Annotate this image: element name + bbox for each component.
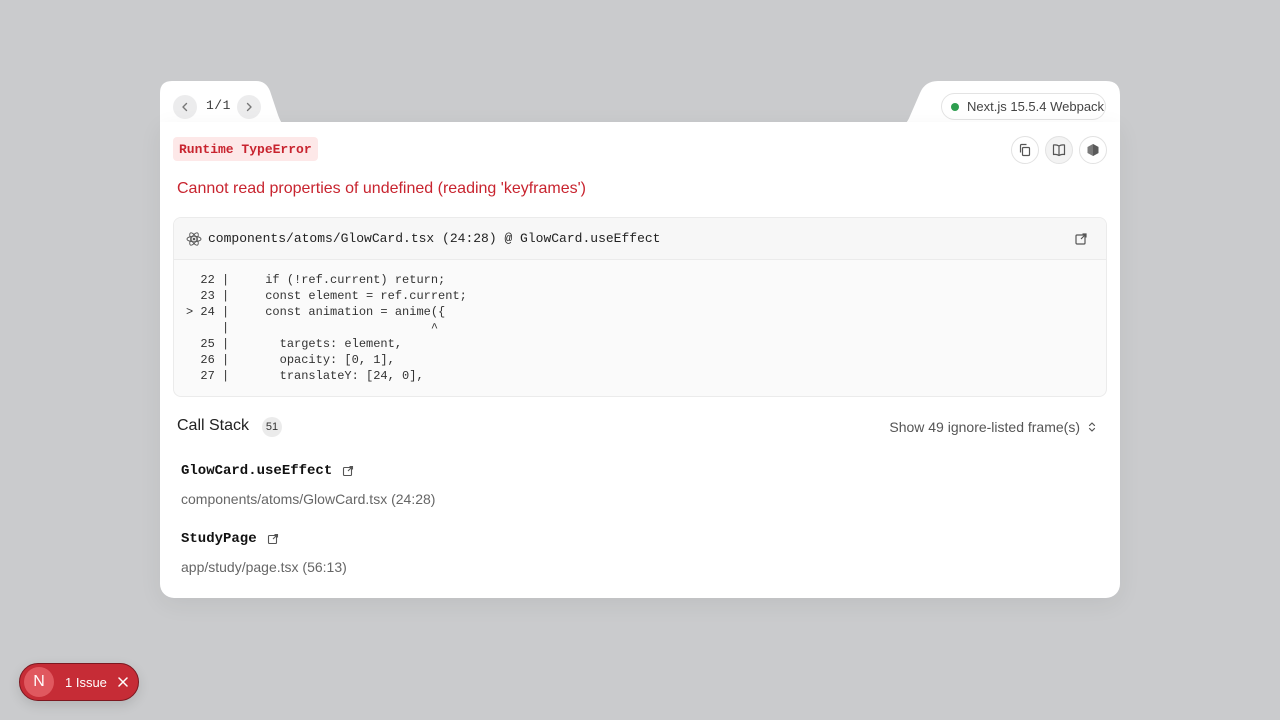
chevron-up-down-icon [1088,422,1096,432]
hexagon-icon [1087,144,1099,156]
stack-frame-name: GlowCard.useEffect [181,463,354,479]
previous-error-button[interactable] [173,95,197,119]
copy-error-button[interactable] [1011,136,1039,164]
version-label: Next.js 15.5.4 Webpack [967,99,1105,114]
error-overlay-card: Runtime TypeError Cannot read properties… [160,122,1120,598]
version-badge[interactable]: Next.js 15.5.4 Webpack [941,93,1106,120]
next-error-button[interactable] [237,95,261,119]
code-frame-header: components/atoms/GlowCard.tsx (24:28) @ … [174,218,1106,260]
open-in-editor-icon[interactable] [267,533,279,545]
copy-icon [1019,143,1031,157]
code-line: 27 | translateY: [24, 0], [186,369,424,383]
issues-badge[interactable]: N 1 Issue [19,663,139,701]
docs-button[interactable] [1045,136,1073,164]
error-type-badge: Runtime TypeError [173,137,318,161]
code-line-caret: | ^ [186,321,439,335]
open-in-editor-icon[interactable] [342,465,354,477]
close-icon[interactable] [117,676,129,688]
code-line: 25 | targets: element, [186,337,403,351]
code-snippet: 22 | if (!ref.current) return; 23 | cons… [174,260,1106,384]
stack-frame-name: StudyPage [181,531,279,547]
show-ignored-frames-label: Show 49 ignore-listed frame(s) [889,419,1080,435]
stack-frame-location: app/study/page.tsx (56:13) [181,559,347,575]
open-in-editor-icon[interactable] [1074,232,1088,246]
status-dot-icon [951,102,959,111]
code-line: 23 | const element = ref.current; [186,289,467,303]
stack-frame-function: GlowCard.useEffect [181,463,333,479]
nodejs-inspector-button[interactable] [1079,136,1107,164]
stack-frame-location: components/atoms/GlowCard.tsx (24:28) [181,491,436,507]
code-line: 26 | opacity: [0, 1], [186,353,395,367]
error-message: Cannot read properties of undefined (rea… [177,180,587,197]
react-icon [186,231,202,246]
issues-label: 1 Issue [65,674,107,690]
call-stack-title: Call Stack [177,417,250,434]
call-stack-count-badge: 51 [262,417,282,437]
nextjs-logo-icon: N [24,667,54,697]
code-frame: components/atoms/GlowCard.tsx (24:28) @ … [173,217,1107,397]
book-open-icon [1052,144,1066,157]
code-line-highlighted: > 24 | const animation = anime({ [186,305,446,319]
chevron-right-icon [246,102,252,112]
show-ignored-frames-toggle[interactable]: Show 49 ignore-listed frame(s) [889,419,1098,435]
pager-text: 1/1 [206,98,231,113]
stack-frame-function: StudyPage [181,531,257,547]
code-line: 22 | if (!ref.current) return; [186,273,446,287]
chevron-left-icon [182,102,188,112]
code-frame-file-path: components/atoms/GlowCard.tsx (24:28) @ … [208,231,661,246]
